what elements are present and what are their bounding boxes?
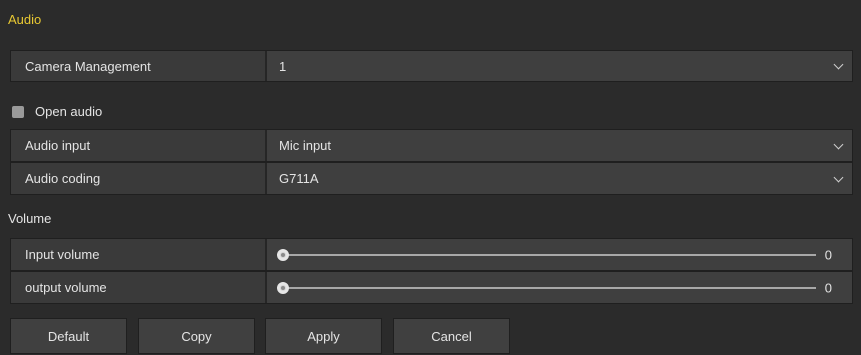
audio-input-select[interactable]: Mic input [267,130,852,161]
output-volume-control: 0 [267,272,852,303]
output-volume-row: output volume 0 [10,271,853,304]
cancel-button[interactable]: Cancel [393,318,510,354]
camera-management-value: 1 [279,58,287,74]
camera-management-label: Camera Management [11,51,267,81]
audio-coding-value: G711A [279,171,319,186]
chevron-down-icon [833,139,844,149]
audio-input-value: Mic input [279,138,332,153]
output-volume-slider[interactable]: 0 [267,272,852,303]
copy-button[interactable]: Copy [138,318,255,354]
output-volume-value: 0 [824,280,832,295]
chevron-down-icon [833,172,844,182]
camera-management-row: Camera Management 1 [10,50,853,82]
input-volume-thumb[interactable] [277,248,289,261]
output-volume-label: output volume [11,272,267,303]
audio-coding-select[interactable]: G711A [267,163,852,194]
volume-heading: Volume [8,211,52,226]
open-audio-checkbox[interactable] [12,105,24,118]
audio-input-row: Audio input Mic input [10,129,853,162]
default-button[interactable]: Default [10,318,127,354]
output-volume-thumb[interactable] [277,281,289,294]
input-volume-value: 0 [824,247,832,262]
audio-input-label: Audio input [11,130,267,161]
input-volume-row: Input volume 0 [10,238,853,271]
input-volume-control: 0 [267,239,852,270]
open-audio-option[interactable]: Open audio [12,104,102,119]
input-volume-track[interactable] [283,253,816,256]
input-volume-slider[interactable]: 0 [267,239,852,270]
audio-coding-label: Audio coding [11,163,267,194]
section-title: Audio [8,12,42,27]
open-audio-label: Open audio [35,104,103,119]
chevron-down-icon [833,59,844,70]
apply-button[interactable]: Apply [265,318,382,354]
input-volume-label: Input volume [11,239,267,270]
output-volume-track[interactable] [283,286,816,289]
audio-coding-row: Audio coding G711A [10,162,853,195]
camera-management-select[interactable]: 1 [267,51,852,81]
